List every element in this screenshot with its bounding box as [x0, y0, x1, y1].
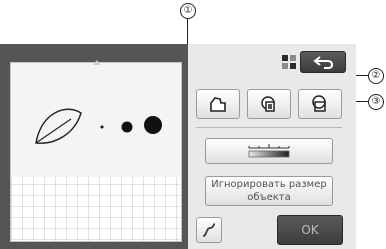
panel-divider [196, 127, 342, 128]
ok-button[interactable]: OK [277, 215, 343, 245]
callout-2: ② [368, 68, 384, 84]
line-tool-button[interactable] [196, 217, 222, 243]
large-dot [144, 116, 162, 134]
callout-1: ① [180, 3, 196, 19]
back-button[interactable] [300, 51, 346, 73]
scanned-image-area [11, 63, 181, 177]
small-dot [100, 125, 104, 129]
freehand-line-icon [201, 222, 217, 238]
medium-dot [121, 121, 133, 133]
ok-label: OK [301, 223, 319, 237]
inner-outline-shape-icon [259, 95, 279, 113]
overlapping-outline-shape-icon [310, 95, 330, 113]
callout-3: ③ [368, 94, 384, 110]
grid-view-icon[interactable] [282, 55, 296, 69]
outline-button[interactable] [196, 89, 240, 119]
threshold-button[interactable] [205, 138, 333, 164]
leaf-vein [35, 118, 72, 144]
back-arrow-icon [312, 55, 334, 69]
ignore-size-label: Игнорировать размер объекта [211, 179, 327, 203]
outline-shape-icon [208, 95, 228, 113]
canvas-center-marker [93, 60, 101, 65]
inner-outline-button[interactable] [247, 89, 291, 119]
ignore-size-button[interactable]: Игнорировать размер объекта [205, 176, 333, 206]
scan-canvas[interactable] [10, 62, 182, 242]
overlap-outline-button[interactable] [298, 89, 342, 119]
scanned-shapes [35, 108, 162, 144]
threshold-slider-icon [247, 143, 291, 159]
